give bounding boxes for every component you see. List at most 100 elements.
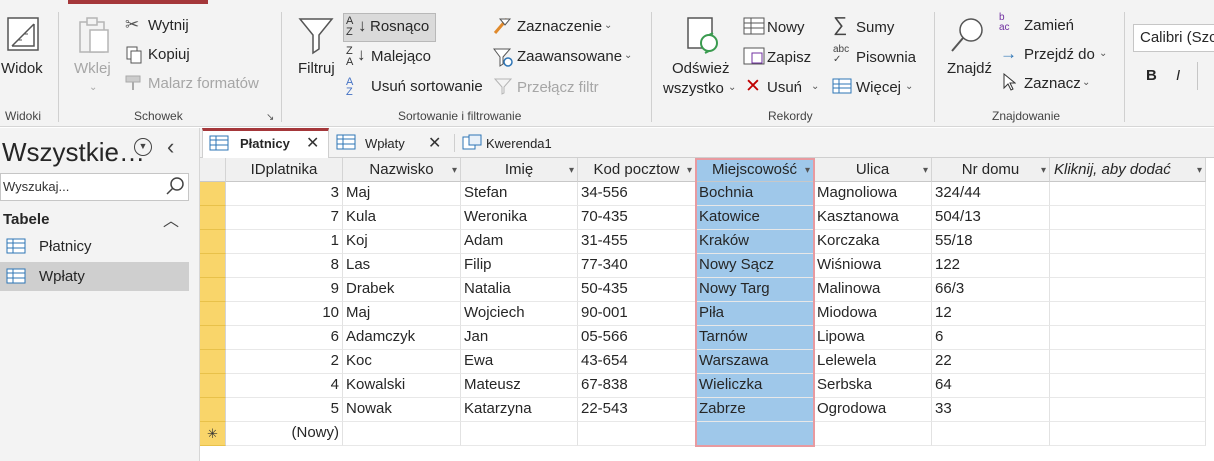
row-selector[interactable] [200,206,226,230]
spelling-button[interactable]: Pisownia [856,49,916,66]
table-cell[interactable]: 324/44 [932,182,1050,206]
table-cell[interactable]: Serbska [814,374,932,398]
bold-button[interactable]: B [1146,67,1157,84]
italic-button[interactable]: I [1176,67,1180,84]
table-cell[interactable]: 7 [226,206,343,230]
table-cell[interactable]: Stefan [461,182,578,206]
table-cell[interactable]: 90-001 [578,302,696,326]
sidebar-item-wplaty[interactable]: Wpłaty [0,262,189,291]
table-cell[interactable]: Piła [696,302,814,326]
chevron-down-icon[interactable]: ⌄ [905,81,913,92]
table-cell[interactable]: 77-340 [578,254,696,278]
nav-title[interactable]: Wszystkie… [2,137,145,168]
table-cell[interactable]: Bochnia [696,182,814,206]
new-row-cell[interactable] [1050,422,1206,446]
column-header[interactable]: Imię ▾ [461,158,578,182]
table-cell[interactable]: 9 [226,278,343,302]
column-header[interactable]: Nazwisko ▾ [343,158,461,182]
filter-button[interactable]: Filtruj [298,60,335,77]
table-cell[interactable]: Kowalski [343,374,461,398]
table-cell[interactable]: Nowy Targ [696,278,814,302]
table-cell[interactable]: Miodowa [814,302,932,326]
column-header[interactable]: Nr domu ▾ [932,158,1050,182]
more-button[interactable]: Więcej [856,79,901,96]
row-selector[interactable] [200,230,226,254]
remove-sort-button[interactable]: Usuń sortowanie [371,78,483,95]
nav-section-tables[interactable]: Tabele [3,211,49,228]
table-cell[interactable]: 122 [932,254,1050,278]
table-cell[interactable]: 3 [226,182,343,206]
column-header[interactable]: Kod pocztow ▾ [578,158,696,182]
column-header[interactable]: Miejscowość ▾ [696,158,814,182]
table-cell[interactable] [1050,278,1206,302]
row-selector[interactable] [200,182,226,206]
replace-button[interactable]: Zamień [1024,17,1074,34]
table-cell[interactable]: Kula [343,206,461,230]
table-cell[interactable]: 55/18 [932,230,1050,254]
table-cell[interactable]: 504/13 [932,206,1050,230]
table-cell[interactable]: 50-435 [578,278,696,302]
table-cell[interactable]: Magnoliowa [814,182,932,206]
filter-dropdown-icon[interactable]: ▾ [1041,165,1046,176]
table-cell[interactable]: 12 [932,302,1050,326]
totals-button[interactable]: Sumy [856,19,894,36]
filter-dropdown-icon[interactable]: ▾ [923,165,928,176]
table-cell[interactable]: Koc [343,350,461,374]
chevron-down-icon[interactable]: ⌄ [604,20,612,31]
chevron-down-icon[interactable]: ⌄ [811,81,819,92]
table-cell[interactable]: 43-654 [578,350,696,374]
table-cell[interactable] [1050,254,1206,278]
table-cell[interactable]: Warszawa [696,350,814,374]
table-cell[interactable] [1050,230,1206,254]
table-cell[interactable]: Tarnów [696,326,814,350]
nav-menu-dropdown-icon[interactable]: ▼ [134,138,152,156]
filter-dropdown-icon[interactable]: ▾ [569,165,574,176]
table-cell[interactable] [1050,206,1206,230]
table-cell[interactable]: Ogrodowa [814,398,932,422]
table-cell[interactable]: Nowy Sącz [696,254,814,278]
table-cell[interactable]: 31-455 [578,230,696,254]
new-row-cell[interactable] [578,422,696,446]
table-cell[interactable]: Maj [343,182,461,206]
delete-button[interactable]: Usuń [767,79,802,96]
table-cell[interactable]: Wojciech [461,302,578,326]
new-row-cell[interactable] [932,422,1050,446]
table-cell[interactable]: 67-838 [578,374,696,398]
table-cell[interactable]: Maj [343,302,461,326]
table-cell[interactable]: Lelewela [814,350,932,374]
find-button[interactable]: Znajdź [947,60,992,77]
table-cell[interactable]: Adam [461,230,578,254]
table-cell[interactable]: 10 [226,302,343,326]
table-cell[interactable]: Las [343,254,461,278]
table-cell[interactable]: 8 [226,254,343,278]
copy-button[interactable]: Kopiuj [148,46,190,63]
cut-button[interactable]: Wytnij [148,17,189,34]
collapse-pane-icon[interactable]: ‹ [167,134,174,160]
table-cell[interactable] [1050,350,1206,374]
table-cell[interactable]: Nowak [343,398,461,422]
table-cell[interactable]: Koj [343,230,461,254]
table-cell[interactable]: 4 [226,374,343,398]
chevron-up-icon[interactable]: ︿ [163,207,179,231]
goto-button[interactable]: Przejdź do [1024,46,1095,63]
table-cell[interactable]: Jan [461,326,578,350]
table-cell[interactable] [1050,398,1206,422]
table-cell[interactable]: Drabek [343,278,461,302]
row-selector[interactable] [200,374,226,398]
table-cell[interactable]: 5 [226,398,343,422]
filter-dropdown-icon[interactable]: ▾ [805,165,810,176]
paste-dropdown-icon[interactable]: ⌄ [89,82,97,93]
table-cell[interactable]: Filip [461,254,578,278]
new-row-cell[interactable]: (Nowy) [226,422,343,446]
table-cell[interactable] [1050,182,1206,206]
table-cell[interactable]: Korczaka [814,230,932,254]
chevron-down-icon[interactable]: ⌄ [624,50,632,61]
table-cell[interactable]: 22 [932,350,1050,374]
dialog-launcher-icon[interactable]: ↘ [266,112,274,123]
table-cell[interactable]: Malinowa [814,278,932,302]
table-cell[interactable]: Katowice [696,206,814,230]
chevron-down-icon[interactable]: ▾ [1197,165,1202,176]
save-record-button[interactable]: Zapisz [767,49,811,66]
chevron-down-icon[interactable]: ⌄ [1082,77,1090,88]
row-selector[interactable] [200,278,226,302]
